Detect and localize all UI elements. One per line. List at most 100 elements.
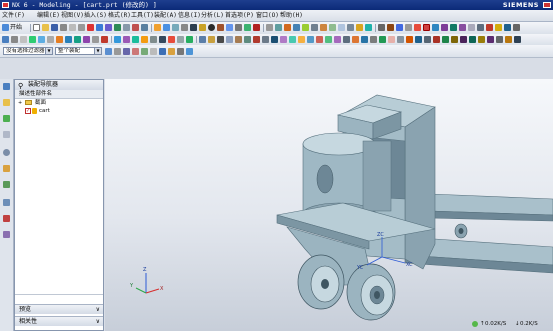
general-object-icon[interactable] [114, 48, 121, 55]
close-window-icon[interactable] [423, 24, 430, 31]
pattern-icon[interactable] [352, 36, 359, 43]
expand-toggle-icon[interactable]: + [18, 99, 22, 107]
snap-icon[interactable] [29, 36, 36, 43]
edit-object-display-icon[interactable] [253, 24, 260, 31]
deformable-icon[interactable] [459, 24, 466, 31]
datum-csys-icon[interactable] [329, 24, 336, 31]
sheet-icon[interactable] [159, 36, 166, 43]
type-filter-dropdown[interactable]: 没有选择过滤器 ▼ [3, 47, 53, 55]
sequence-icon[interactable] [450, 24, 457, 31]
wcs-orient-icon[interactable] [217, 36, 224, 43]
replace-component-icon[interactable] [477, 24, 484, 31]
blend-icon[interactable] [253, 36, 260, 43]
work-layer-icon[interactable] [199, 36, 206, 43]
intersection-icon[interactable] [74, 36, 81, 43]
sketch-filter-icon[interactable] [186, 36, 193, 43]
sweep-icon[interactable] [460, 36, 467, 43]
menu-information[interactable]: 信息(I) [178, 10, 201, 21]
delete-icon[interactable] [87, 24, 94, 31]
highlight-icon[interactable] [168, 48, 175, 55]
undo-icon[interactable] [96, 24, 103, 31]
menu-tools[interactable]: 工具(T) [131, 10, 154, 21]
menu-window[interactable]: 窗口(O) [256, 10, 279, 21]
body-icon[interactable] [123, 36, 130, 43]
fit-icon[interactable] [154, 24, 161, 31]
datum-plane-icon[interactable] [311, 24, 318, 31]
wave-icon[interactable] [432, 24, 439, 31]
snap-point-icon[interactable] [150, 48, 157, 55]
menu-analysis[interactable]: 分析(L) [201, 10, 224, 21]
face-icon[interactable] [114, 36, 121, 43]
mirror-icon[interactable] [343, 36, 350, 43]
front-wheel-left[interactable] [297, 254, 345, 310]
pad-icon[interactable] [298, 36, 305, 43]
manufacturing-wizards-tab-icon[interactable] [3, 215, 10, 222]
process-studio-tab-icon[interactable] [3, 199, 10, 206]
thicken-icon[interactable] [388, 36, 395, 43]
mid-point-icon[interactable] [56, 36, 63, 43]
hide-selected-icon[interactable] [177, 48, 184, 55]
edge-icon[interactable] [132, 36, 139, 43]
measure-angle-icon[interactable] [275, 24, 282, 31]
array-component-icon[interactable] [405, 24, 412, 31]
render-style-icon[interactable] [208, 24, 215, 31]
reference-set-icon[interactable] [468, 24, 475, 31]
start-icon[interactable] [2, 24, 9, 31]
reposition-icon[interactable] [396, 24, 403, 31]
sketch-icon[interactable] [123, 24, 130, 31]
orient-view-icon[interactable] [217, 24, 224, 31]
arc-icon[interactable] [356, 24, 363, 31]
control-point-icon[interactable] [65, 36, 72, 43]
selection-scope-dropdown[interactable]: 整个装配 ▼ [55, 47, 102, 55]
column-header[interactable]: 描述性部件名 [15, 90, 103, 99]
line-icon[interactable] [347, 24, 354, 31]
nx-app-icon[interactable] [2, 2, 9, 8]
datum-axis-icon[interactable] [320, 24, 327, 31]
slot-icon[interactable] [433, 36, 440, 43]
start-button-label[interactable]: 开始 [10, 22, 22, 34]
exploded-view-icon[interactable] [441, 24, 448, 31]
rotate-icon[interactable] [181, 24, 188, 31]
shaded-with-edges-icon[interactable] [199, 24, 206, 31]
point-snap-icon[interactable] [38, 36, 45, 43]
bounded-plane-icon[interactable] [487, 36, 494, 43]
zoom-icon[interactable] [163, 24, 170, 31]
section-view-icon[interactable] [284, 24, 291, 31]
roles-tab-icon[interactable] [3, 231, 10, 238]
feature-icon[interactable] [150, 36, 157, 43]
through-curves-icon[interactable] [478, 36, 485, 43]
save-icon[interactable] [51, 24, 58, 31]
tube-icon[interactable] [451, 36, 458, 43]
preview-section[interactable]: 预览 ∨ [15, 304, 103, 314]
grid-icon[interactable] [20, 36, 27, 43]
new-file-icon[interactable] [33, 24, 40, 31]
interference-icon[interactable] [495, 24, 502, 31]
chamfer-icon[interactable] [262, 36, 269, 43]
existing-point-icon[interactable] [101, 36, 108, 43]
component-filter-icon[interactable] [168, 36, 175, 43]
show-all-icon[interactable] [186, 48, 193, 55]
splitter[interactable] [15, 294, 103, 303]
menu-edit[interactable]: 编辑(E) [37, 10, 60, 21]
ruled-icon[interactable] [496, 36, 503, 43]
emboss-icon[interactable] [406, 36, 413, 43]
clipping-icon[interactable] [293, 24, 300, 31]
scale-body-icon[interactable] [370, 36, 377, 43]
datum-filter-icon[interactable] [177, 36, 184, 43]
web-browser-tab-icon[interactable] [3, 149, 10, 156]
pocket-icon[interactable] [289, 36, 296, 43]
system-materials-tab-icon[interactable] [3, 181, 10, 188]
front-wheel-right[interactable] [346, 263, 396, 321]
curve-icon[interactable] [141, 36, 148, 43]
graphics-window[interactable]: ZC XC YC Z X Y [105, 79, 553, 331]
wcs-icon[interactable] [208, 36, 215, 43]
mate-component-icon[interactable] [387, 24, 394, 31]
part-navigator-tab-icon[interactable] [3, 99, 10, 106]
tree-item-section[interactable]: + 截面 [18, 99, 102, 107]
checkbox-checked-icon[interactable]: ✓ [25, 108, 31, 114]
cut-icon[interactable] [60, 24, 67, 31]
subtract-icon[interactable] [325, 36, 332, 43]
window-close-button[interactable] [543, 2, 551, 8]
revolve-icon[interactable] [141, 24, 148, 31]
redo-icon[interactable] [105, 24, 112, 31]
